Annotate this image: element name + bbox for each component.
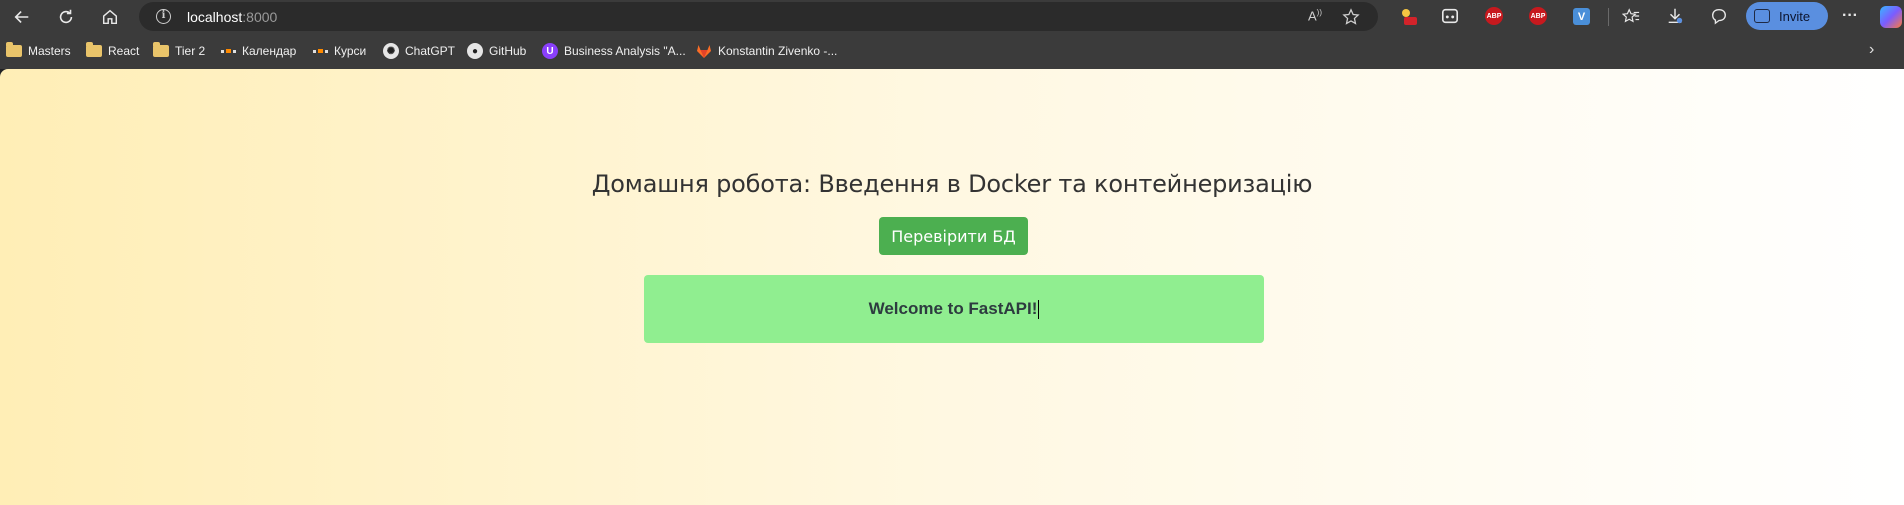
invite-icon <box>1754 9 1770 23</box>
message-text: Welcome to FastAPI! <box>868 299 1038 318</box>
site-info-icon[interactable]: i <box>156 9 171 24</box>
folder-icon <box>86 42 102 57</box>
address-bar[interactable]: i localhost:8000 A)) <box>139 2 1378 31</box>
favorites-icon[interactable] <box>1621 6 1641 26</box>
copilot-icon[interactable] <box>1880 6 1902 28</box>
bookmark-label: Business Analysis "A... <box>564 44 686 58</box>
bookmark-label: React <box>108 44 140 58</box>
bookmark-konstantin-zivenko[interactable]: Konstantin Zivenko -... <box>696 43 837 59</box>
folder-icon <box>153 42 169 57</box>
back-arrow-icon[interactable] <box>8 3 36 31</box>
favorite-star-icon[interactable] <box>1342 8 1360 29</box>
bookmark-chatgpt[interactable]: ✺ ChatGPT <box>383 43 455 59</box>
folder-icon <box>6 42 22 57</box>
feedback-icon[interactable] <box>1709 6 1729 26</box>
bookmark-github[interactable]: ● GitHub <box>467 43 526 59</box>
github-icon: ● <box>467 43 483 59</box>
reload-icon[interactable] <box>52 3 80 31</box>
address-url[interactable]: localhost:8000 <box>187 9 277 25</box>
bookmark-business-analysis[interactable]: U Business Analysis "A... <box>542 43 686 59</box>
invite-label: Invite <box>1779 8 1811 24</box>
bookmark-calendar[interactable]: Календар <box>221 43 296 59</box>
page-viewport: Домашня робота: Введення в Docker та кон… <box>0 69 1904 505</box>
adblock-plus-extension-icon[interactable]: ABP <box>1529 7 1547 25</box>
weather-extension-icon[interactable] <box>1398 6 1418 26</box>
browser-toolbar: i localhost:8000 A)) ABP ABP V Invite ··… <box>0 0 1904 33</box>
bookmark-label: GitHub <box>489 44 527 58</box>
read-aloud-icon[interactable]: A)) <box>1308 8 1322 23</box>
bookmark-tier-2[interactable]: Tier 2 <box>153 42 206 59</box>
v-extension-icon[interactable]: V <box>1573 8 1590 25</box>
bookmark-label: Календар <box>242 44 297 58</box>
bookmarks-bar: Masters React Tier 2 Календар Курси ✺ Ch… <box>0 33 1904 69</box>
bookmark-label: Konstantin Zivenko -... <box>718 44 838 58</box>
text-cursor <box>1038 299 1040 319</box>
chatgpt-icon: ✺ <box>383 43 399 59</box>
invite-button[interactable]: Invite <box>1746 2 1828 30</box>
more-icon[interactable]: ··· <box>1840 6 1860 26</box>
message-box: Welcome to FastAPI! <box>644 275 1264 343</box>
page-title: Домашня робота: Введення в Docker та кон… <box>591 170 1313 198</box>
calendar-site-icon <box>221 47 236 55</box>
home-icon[interactable] <box>96 3 124 31</box>
address-port: :8000 <box>242 9 278 25</box>
bookmark-label: Masters <box>28 44 71 58</box>
gitlab-icon <box>697 44 711 58</box>
bookmark-masters[interactable]: Masters <box>6 42 71 59</box>
adblock-extension-icon[interactable]: ABP <box>1485 7 1503 25</box>
bookmark-react[interactable]: React <box>86 42 140 59</box>
udemy-icon: U <box>542 43 558 59</box>
downloads-icon[interactable] <box>1665 6 1685 26</box>
bookmark-courses[interactable]: Курси <box>313 43 366 59</box>
address-host: localhost <box>187 9 243 25</box>
bookmark-label: ChatGPT <box>405 44 456 58</box>
bookmark-label: Курси <box>334 44 367 58</box>
reader-extension-icon[interactable] <box>1440 6 1460 26</box>
bookmark-label: Tier 2 <box>175 44 206 58</box>
toolbar-divider <box>1608 8 1609 26</box>
check-db-button[interactable]: Перевірити БД <box>879 217 1028 255</box>
bookmarks-overflow-chevron-icon[interactable]: › <box>1869 41 1874 59</box>
courses-site-icon <box>313 47 328 55</box>
